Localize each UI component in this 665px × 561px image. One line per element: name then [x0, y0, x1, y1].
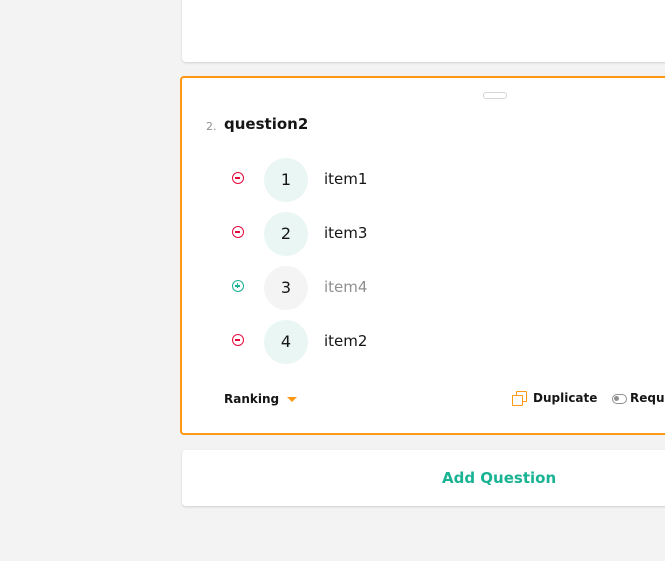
required-label: Required [630, 391, 665, 405]
rank-number[interactable]: 3 [264, 266, 308, 310]
rank-number[interactable]: 2 [264, 212, 308, 256]
question-number: 2. [206, 120, 217, 133]
remove-circle-icon[interactable] [232, 226, 244, 238]
remove-circle-icon[interactable] [232, 172, 244, 184]
toggle-switch-icon [612, 393, 627, 404]
ranking-item-label[interactable]: item1 [324, 170, 367, 188]
ranking-item[interactable]: 2 item3 [230, 212, 530, 256]
rank-number[interactable]: 1 [264, 158, 308, 202]
ranking-item-label[interactable]: item4 [324, 278, 367, 296]
question-title[interactable]: question2 [224, 115, 308, 133]
question-type-dropdown[interactable]: Ranking [224, 392, 298, 406]
chevron-down-icon [287, 397, 298, 402]
question-card[interactable]: 2. question2 1 item1 2 item3 3 item4 4 i… [180, 76, 665, 435]
add-circle-icon[interactable] [232, 280, 244, 292]
add-question-button[interactable]: Add Question [182, 450, 665, 506]
ranking-item[interactable]: 4 item2 [230, 320, 530, 364]
question-type-label: Ranking [224, 392, 280, 406]
previous-question-card[interactable] [182, 0, 665, 62]
duplicate-label: Duplicate [533, 391, 598, 405]
duplicate-icon [512, 391, 527, 406]
ranking-item[interactable]: 3 item4 [230, 266, 530, 310]
rank-number[interactable]: 4 [264, 320, 308, 364]
ranking-item-label[interactable]: item2 [324, 332, 367, 350]
drag-handle[interactable] [483, 92, 507, 99]
ranking-item[interactable]: 1 item1 [230, 158, 530, 202]
ranking-item-label[interactable]: item3 [324, 224, 367, 242]
add-question-label: Add Question [442, 469, 557, 487]
remove-circle-icon[interactable] [232, 334, 244, 346]
duplicate-button[interactable]: Duplicate [512, 391, 597, 406]
required-toggle[interactable]: Required [612, 391, 665, 405]
